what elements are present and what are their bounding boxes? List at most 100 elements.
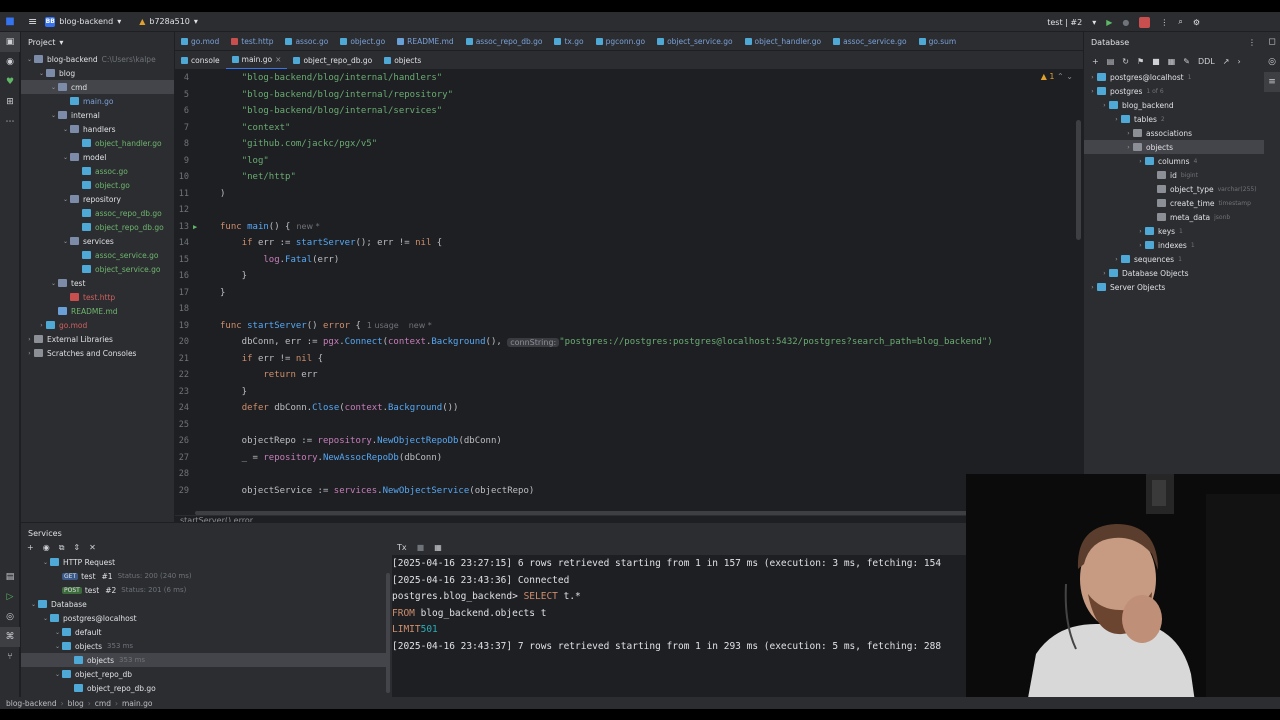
add-service-icon[interactable]: + — [27, 543, 34, 555]
project-tree-item[interactable]: ⌄ blog-backend C:\Users\kalpe — [21, 52, 174, 66]
code-line[interactable]: 15 log.Fatal(err) — [175, 252, 1083, 268]
database-tree-item[interactable]: › postgres@localhost 1 — [1084, 70, 1264, 84]
services-tree-item[interactable]: ⌄ Database — [21, 597, 386, 611]
code-line[interactable]: 14 if err := startServer(); err != nil { — [175, 235, 1083, 251]
chevron-down-icon[interactable]: ⌄ — [49, 280, 58, 287]
stop-icon[interactable] — [1139, 16, 1151, 28]
stop-icon[interactable]: ■ — [417, 543, 425, 555]
project-tree-item[interactable]: ⌄ cmd — [21, 80, 174, 94]
editor-tab[interactable]: test.http — [225, 32, 279, 50]
project-tree-item[interactable]: assoc_service.go — [21, 248, 174, 262]
jump-icon[interactable]: ↗ — [1223, 57, 1230, 66]
database-tree-item[interactable]: meta_data jsonb — [1084, 210, 1264, 224]
run-icon[interactable]: ▶ — [1106, 18, 1112, 27]
editor-tab[interactable]: README.md — [391, 32, 460, 50]
project-tree-item[interactable]: ⌄ services — [21, 234, 174, 248]
run-tool-icon[interactable]: ▷ — [0, 587, 20, 607]
chevron-down-icon[interactable]: ⌄ — [25, 56, 34, 63]
problems-tool-icon[interactable]: ◎ — [0, 607, 20, 627]
project-tree-item[interactable]: ⌄ internal — [21, 108, 174, 122]
chevron-right-icon[interactable]: › — [25, 350, 34, 357]
database-tree-item[interactable]: object_type varchar(255) — [1084, 182, 1264, 196]
database-tree-item[interactable]: › tables 2 — [1084, 112, 1264, 126]
project-tree-item[interactable]: README.md — [21, 304, 174, 318]
filter-icon[interactable]: › — [1237, 57, 1240, 66]
project-tree-item[interactable]: test.http — [21, 290, 174, 304]
chevron-right-icon[interactable]: › — [25, 336, 34, 343]
project-tree-item[interactable]: ⌄ test — [21, 276, 174, 290]
code-line[interactable]: 27 _ = repository.NewAssocRepoDb(dbConn) — [175, 450, 1083, 466]
breadcrumb-item[interactable]: blog-backend — [6, 699, 57, 708]
services-scrollbar[interactable] — [386, 573, 390, 693]
transaction-icon[interactable]: Tx — [397, 543, 407, 555]
editor-tab[interactable]: assoc_service.go — [827, 32, 912, 50]
refresh-icon[interactable]: ↻ — [1122, 57, 1129, 66]
close-icon[interactable]: × — [275, 55, 281, 64]
services-tree-item[interactable]: objects 353 ms — [21, 653, 386, 667]
chevron-down-icon[interactable]: ⌄ — [61, 196, 70, 203]
code-line[interactable]: 11) — [175, 186, 1083, 202]
project-tree-item[interactable]: main.go — [21, 94, 174, 108]
project-tree-item[interactable]: › External Libraries — [21, 332, 174, 346]
code-line[interactable]: 7 "context" — [175, 120, 1083, 136]
editor-tab[interactable]: pgconn.go — [590, 32, 651, 50]
run-gutter-icon[interactable]: ▶ — [193, 223, 197, 231]
git-tool-icon[interactable]: ⑂ — [0, 647, 20, 667]
services-tree-item[interactable]: ⌄ object_repo_db — [21, 667, 386, 681]
group-icon[interactable]: ⧉ — [59, 543, 65, 555]
database-tool-icon[interactable]: ≡ — [1264, 72, 1280, 92]
breadcrumb-item[interactable]: cmd — [95, 699, 111, 708]
editor-tab[interactable]: assoc_repo_db.go — [460, 32, 549, 50]
project-tree-item[interactable]: ⌄ repository — [21, 192, 174, 206]
editor-scrollbar[interactable] — [1076, 120, 1081, 240]
services-tree-item[interactable]: POST test #2 Status: 201 (6 ms) — [21, 583, 386, 597]
database-tree-item[interactable]: › associations — [1084, 126, 1264, 140]
chevron-down-icon[interactable]: ⌄ — [61, 238, 70, 245]
ai-assistant-icon[interactable]: ◎ — [1264, 52, 1280, 72]
editor-tab[interactable]: go.mod — [175, 32, 225, 50]
manage-icon[interactable]: ⚑ — [1137, 57, 1144, 66]
more-icon[interactable]: ⋮ — [1248, 38, 1256, 47]
code-line[interactable]: 4 "blog-backend/blog/internal/handlers" — [175, 70, 1083, 86]
code-line[interactable]: 6 "blog-backend/blog/internal/services" — [175, 103, 1083, 119]
project-tree-item[interactable]: object.go — [21, 178, 174, 192]
services-tree-item[interactable]: ⌄ postgres@localhost — [21, 611, 386, 625]
chevron-down-icon[interactable]: ⌄ — [49, 112, 58, 119]
database-tree-item[interactable]: › blog_backend — [1084, 98, 1264, 112]
database-tree-item[interactable]: › sequences 1 — [1084, 252, 1264, 266]
chevron-down-icon[interactable]: ⌄ — [37, 70, 46, 77]
more-icon[interactable]: ⋮ — [1160, 18, 1168, 27]
database-tree-item[interactable]: › postgres 1 of 6 — [1084, 84, 1264, 98]
code-editor[interactable]: 4 "blog-backend/blog/internal/handlers" 5… — [175, 70, 1083, 512]
project-tree-item[interactable]: object_handler.go — [21, 136, 174, 150]
editor-tab[interactable]: object_handler.go — [739, 32, 828, 50]
chevron-down-icon[interactable]: ⌄ — [61, 154, 70, 161]
code-line[interactable]: 10 "net/http" — [175, 169, 1083, 185]
database-tree-item[interactable]: › indexes 1 — [1084, 238, 1264, 252]
project-tree-item[interactable]: › go.mod — [21, 318, 174, 332]
code-line[interactable]: 5 "blog-backend/blog/internal/repository… — [175, 87, 1083, 103]
code-line[interactable]: 13 ▶ func main() {new * — [175, 219, 1083, 235]
chevron-right-icon[interactable]: › — [37, 322, 46, 329]
main-menu-icon[interactable]: ≡ — [28, 15, 37, 28]
project-switcher[interactable]: BB blog-backend ▾ — [45, 16, 121, 27]
view-icon[interactable]: ◉ — [43, 543, 50, 555]
services-tree-item[interactable]: object_repo_db.go — [21, 681, 386, 695]
database-tree-item[interactable]: create_time timestamp — [1084, 196, 1264, 210]
editor-tab[interactable]: object.go — [334, 32, 391, 50]
properties-icon[interactable]: ▤ — [1107, 57, 1115, 66]
database-tree-item[interactable]: › Database Objects — [1084, 266, 1264, 280]
project-tree-item[interactable]: ⌄ model — [21, 150, 174, 164]
code-line[interactable]: 19 func startServer() error {1 usage new * — [175, 318, 1083, 334]
notifications-icon[interactable]: ◻ — [1264, 32, 1280, 52]
chevron-down-icon[interactable]: ⌄ — [61, 126, 70, 133]
code-line[interactable]: 22 return err — [175, 367, 1083, 383]
code-line[interactable]: 28 — [175, 466, 1083, 482]
editor-tab[interactable]: objects — [378, 51, 427, 69]
code-line[interactable]: 18 — [175, 301, 1083, 317]
project-tree-item[interactable]: › Scratches and Consoles — [21, 346, 174, 360]
database-tree-item[interactable]: › objects — [1084, 140, 1264, 154]
code-line[interactable]: 23 } — [175, 384, 1083, 400]
add-icon[interactable]: + — [1092, 57, 1099, 66]
table-view-icon[interactable]: ▦ — [434, 543, 442, 555]
